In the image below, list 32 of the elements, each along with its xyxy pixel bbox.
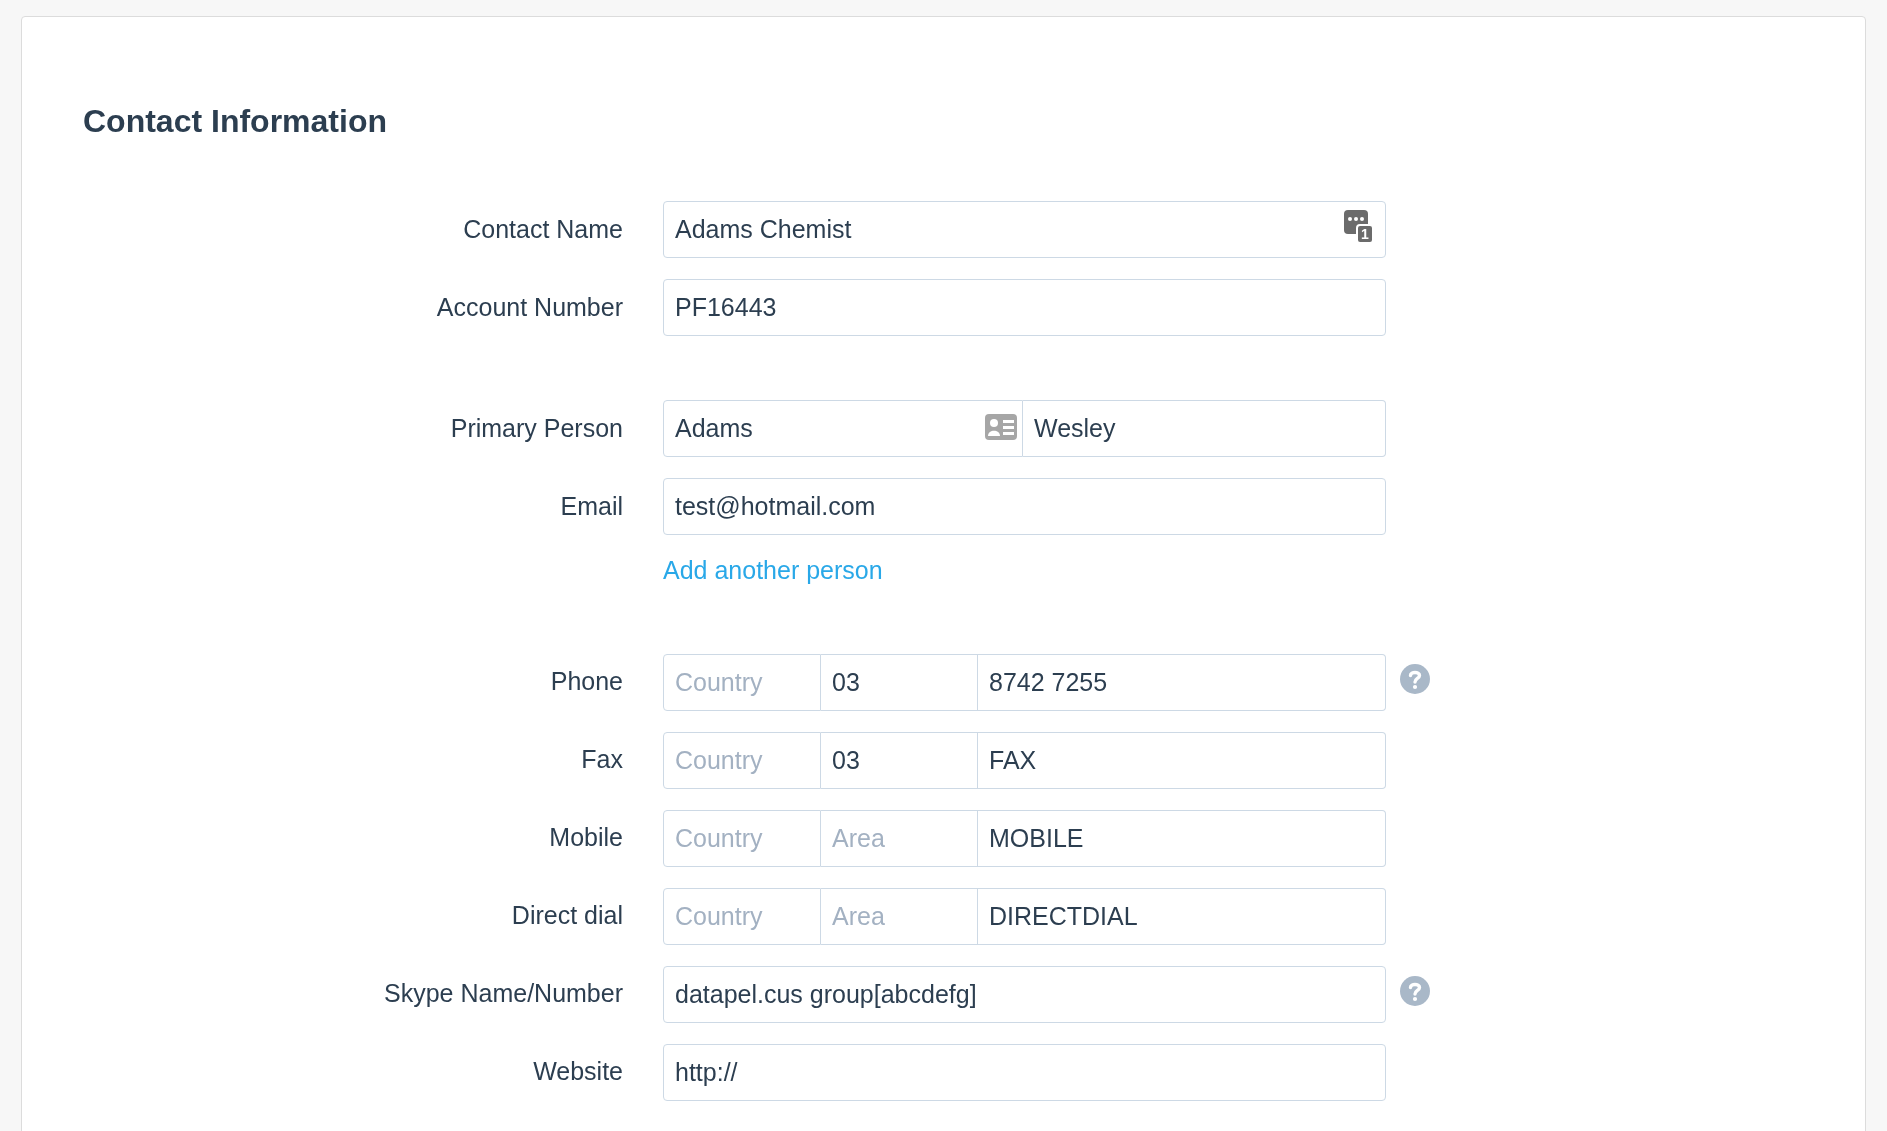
input-field[interactable]: FAX [978, 731, 1386, 789]
field-label: Mobile [549, 823, 623, 852]
field-label: Direct dial [511, 901, 623, 930]
input-field[interactable]: DIRECTDIAL [978, 887, 1386, 945]
field-label: Skype Name/Number [384, 979, 623, 1008]
input-field[interactable]: MOBILE [978, 809, 1386, 867]
input-field[interactable]: Country [663, 653, 821, 711]
input-field[interactable]: Country [663, 809, 821, 867]
input-field[interactable]: Wesley [1023, 400, 1386, 457]
contact-card-icon[interactable] [985, 414, 1017, 440]
input-field[interactable]: 03 [821, 731, 978, 789]
input-field[interactable]: test@hotmail.com [663, 478, 1386, 535]
input-field[interactable]: Country [663, 731, 821, 789]
help-icon[interactable] [1400, 976, 1430, 1006]
field-label: Email [560, 491, 623, 520]
input-field[interactable]: Area [821, 809, 978, 867]
input-field[interactable]: Adams [663, 400, 1023, 457]
field-label: Account Number [436, 292, 623, 321]
field-label: Contact Name [463, 214, 623, 243]
input-field[interactable]: Area [821, 887, 978, 945]
help-icon[interactable] [1400, 664, 1430, 694]
input-field[interactable]: Country [663, 887, 821, 945]
input-field[interactable]: 03 [821, 653, 978, 711]
input-field[interactable]: http:// [663, 1043, 1386, 1101]
input-field[interactable]: datapel.cus group[abcdefg] [663, 965, 1386, 1023]
input-field[interactable]: 8742 7255 [978, 653, 1386, 711]
section-title: Contact Information [83, 102, 387, 141]
field-label: Fax [581, 745, 623, 774]
field-label: Primary Person [450, 413, 623, 442]
field-label: Phone [550, 667, 623, 696]
input-field[interactable]: PF16443 [663, 279, 1386, 336]
field-label: Website [533, 1057, 623, 1086]
